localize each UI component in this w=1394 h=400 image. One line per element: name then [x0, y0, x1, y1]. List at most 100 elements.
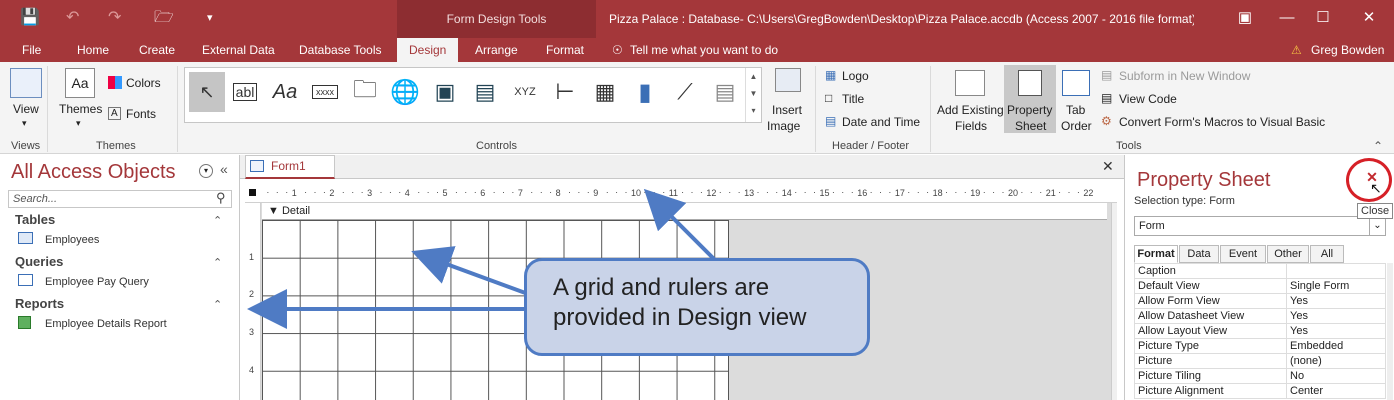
- property-row[interactable]: Picture (none): [1134, 353, 1386, 369]
- minimize-icon[interactable]: —: [1272, 6, 1302, 30]
- close-form-icon[interactable]: ✕: [1102, 158, 1114, 175]
- tab-create[interactable]: Create: [139, 38, 175, 62]
- chevron-down-icon[interactable]: ⌄: [1369, 217, 1385, 235]
- property-value[interactable]: Embedded: [1286, 338, 1386, 354]
- save-icon[interactable]: 💾: [20, 9, 40, 27]
- nav-section-queries[interactable]: Queries: [15, 254, 63, 269]
- tell-me-box[interactable]: Tell me what you want to do: [630, 38, 778, 62]
- vertical-scrollbar[interactable]: [1111, 203, 1117, 400]
- open-folder-icon[interactable]: 🗁: [154, 9, 174, 27]
- shutter-bar-icon[interactable]: «: [220, 161, 228, 177]
- page-break-icon[interactable]: ⊢: [547, 72, 583, 112]
- nav-item-employee-pay-query[interactable]: Employee Pay Query: [45, 276, 149, 288]
- convert-macros-button[interactable]: Convert Form's Macros to Visual Basic: [1119, 115, 1325, 129]
- navigation-control-icon[interactable]: ▤: [467, 72, 503, 112]
- hyperlink-icon[interactable]: 🌐: [387, 72, 423, 112]
- view-icon[interactable]: [10, 68, 42, 98]
- property-value[interactable]: Yes: [1286, 323, 1386, 339]
- themes-button[interactable]: Themes: [59, 102, 102, 116]
- property-row[interactable]: Picture Tiling No: [1134, 368, 1386, 384]
- collapse-ribbon-icon[interactable]: ⌃: [1373, 139, 1383, 153]
- view-button[interactable]: View: [13, 102, 39, 116]
- add-existing-fields-label-2[interactable]: Fields: [955, 119, 987, 133]
- toggle-button-icon[interactable]: ▤: [707, 72, 743, 112]
- colors-button[interactable]: Colors: [126, 76, 161, 90]
- nav-item-employee-details-report[interactable]: Employee Details Report: [45, 318, 167, 330]
- property-value[interactable]: [1286, 263, 1386, 279]
- chart-icon[interactable]: ▮: [627, 72, 663, 112]
- nav-section-tables[interactable]: Tables: [15, 212, 55, 227]
- insert-image-label[interactable]: Insert: [772, 103, 802, 117]
- ribbon-display-icon[interactable]: ▣: [1230, 6, 1260, 30]
- redo-icon[interactable]: ↷: [108, 9, 121, 27]
- chevron-down-icon[interactable]: ▾: [76, 118, 81, 129]
- form-tab-label[interactable]: Form1: [271, 159, 306, 173]
- combo-box-icon[interactable]: ▦: [587, 72, 623, 112]
- tab-database-tools[interactable]: Database Tools: [299, 38, 382, 62]
- detail-section-bar[interactable]: ▼ Detail: [262, 203, 1107, 220]
- tab-design[interactable]: Design: [397, 38, 459, 62]
- tab-data-props[interactable]: Data: [1179, 245, 1219, 263]
- fonts-button[interactable]: Fonts: [126, 107, 156, 121]
- tab-order-label-2[interactable]: Order: [1061, 119, 1092, 133]
- collapse-icon[interactable]: ⌃: [213, 214, 222, 227]
- user-name[interactable]: Greg Bowden: [1311, 38, 1384, 62]
- property-row[interactable]: Allow Form View Yes: [1134, 293, 1386, 309]
- property-value[interactable]: Single Form: [1286, 278, 1386, 294]
- gallery-scroll-icon[interactable]: ▲ ▼ ▾: [745, 68, 761, 122]
- tab-other-props[interactable]: Other: [1267, 245, 1309, 263]
- line-icon[interactable]: ⟋: [667, 72, 703, 112]
- collapse-icon[interactable]: ⌃: [213, 298, 222, 311]
- tab-home[interactable]: Home: [77, 38, 109, 62]
- window-close-icon[interactable]: ✕: [1354, 6, 1384, 30]
- select-pointer-icon[interactable]: ↖: [189, 72, 225, 112]
- tab-arrange[interactable]: Arrange: [475, 38, 518, 62]
- tab-control-icon[interactable]: 🗀: [347, 72, 383, 112]
- date-time-button[interactable]: Date and Time: [842, 115, 920, 129]
- property-value[interactable]: (none): [1286, 353, 1386, 369]
- chevron-down-icon[interactable]: ▾: [22, 118, 27, 129]
- search-input[interactable]: Search...: [8, 190, 232, 208]
- property-row[interactable]: Allow Datasheet View Yes: [1134, 308, 1386, 324]
- property-value[interactable]: Yes: [1286, 293, 1386, 309]
- nav-section-reports[interactable]: Reports: [15, 296, 64, 311]
- tab-all-props[interactable]: All: [1310, 245, 1344, 263]
- nav-item-employees[interactable]: Employees: [45, 234, 99, 246]
- property-sheet-label[interactable]: Property: [1007, 103, 1052, 117]
- tab-order-icon[interactable]: [1062, 70, 1090, 96]
- collapse-icon[interactable]: ⌃: [213, 256, 222, 269]
- property-value[interactable]: No: [1286, 368, 1386, 384]
- tab-file[interactable]: File: [22, 38, 41, 62]
- undo-icon[interactable]: ↶: [66, 9, 79, 27]
- title-button[interactable]: Title: [842, 92, 864, 106]
- web-browser-icon[interactable]: ▣: [427, 72, 463, 112]
- view-code-button[interactable]: View Code: [1119, 92, 1177, 106]
- tab-format-props[interactable]: Format: [1134, 245, 1178, 263]
- property-sheet-label-2[interactable]: Sheet: [1015, 119, 1046, 133]
- customize-qat-icon[interactable]: ▾: [207, 9, 213, 27]
- search-icon[interactable]: ⚲: [216, 190, 226, 206]
- tab-external-data[interactable]: External Data: [202, 38, 275, 62]
- nav-pane-title[interactable]: All Access Objects: [11, 161, 176, 184]
- property-row[interactable]: Picture Alignment Center: [1134, 383, 1386, 399]
- option-group-icon[interactable]: XYZ: [507, 72, 543, 112]
- textbox-control-icon[interactable]: abl: [227, 72, 263, 112]
- insert-image-icon[interactable]: [775, 68, 801, 92]
- property-row[interactable]: Caption: [1134, 263, 1386, 279]
- nav-menu-icon[interactable]: ▾: [199, 164, 213, 178]
- property-value[interactable]: Center: [1286, 383, 1386, 399]
- add-existing-fields-label[interactable]: Add Existing: [937, 103, 1004, 117]
- form-selector[interactable]: [249, 189, 256, 196]
- add-existing-fields-icon[interactable]: [955, 70, 985, 96]
- selection-dropdown[interactable]: Form: [1134, 216, 1386, 236]
- tab-event-props[interactable]: Event: [1220, 245, 1266, 263]
- maximize-icon[interactable]: ☐: [1308, 6, 1338, 30]
- props-scrollbar[interactable]: [1387, 263, 1393, 400]
- insert-image-label-2[interactable]: Image: [767, 119, 800, 133]
- tab-order-label[interactable]: Tab: [1066, 103, 1085, 117]
- button-control-icon[interactable]: xxxx: [307, 72, 343, 112]
- themes-icon[interactable]: Aa: [65, 68, 95, 98]
- property-value[interactable]: Yes: [1286, 308, 1386, 324]
- property-row[interactable]: Picture Type Embedded: [1134, 338, 1386, 354]
- logo-button[interactable]: Logo: [842, 69, 869, 83]
